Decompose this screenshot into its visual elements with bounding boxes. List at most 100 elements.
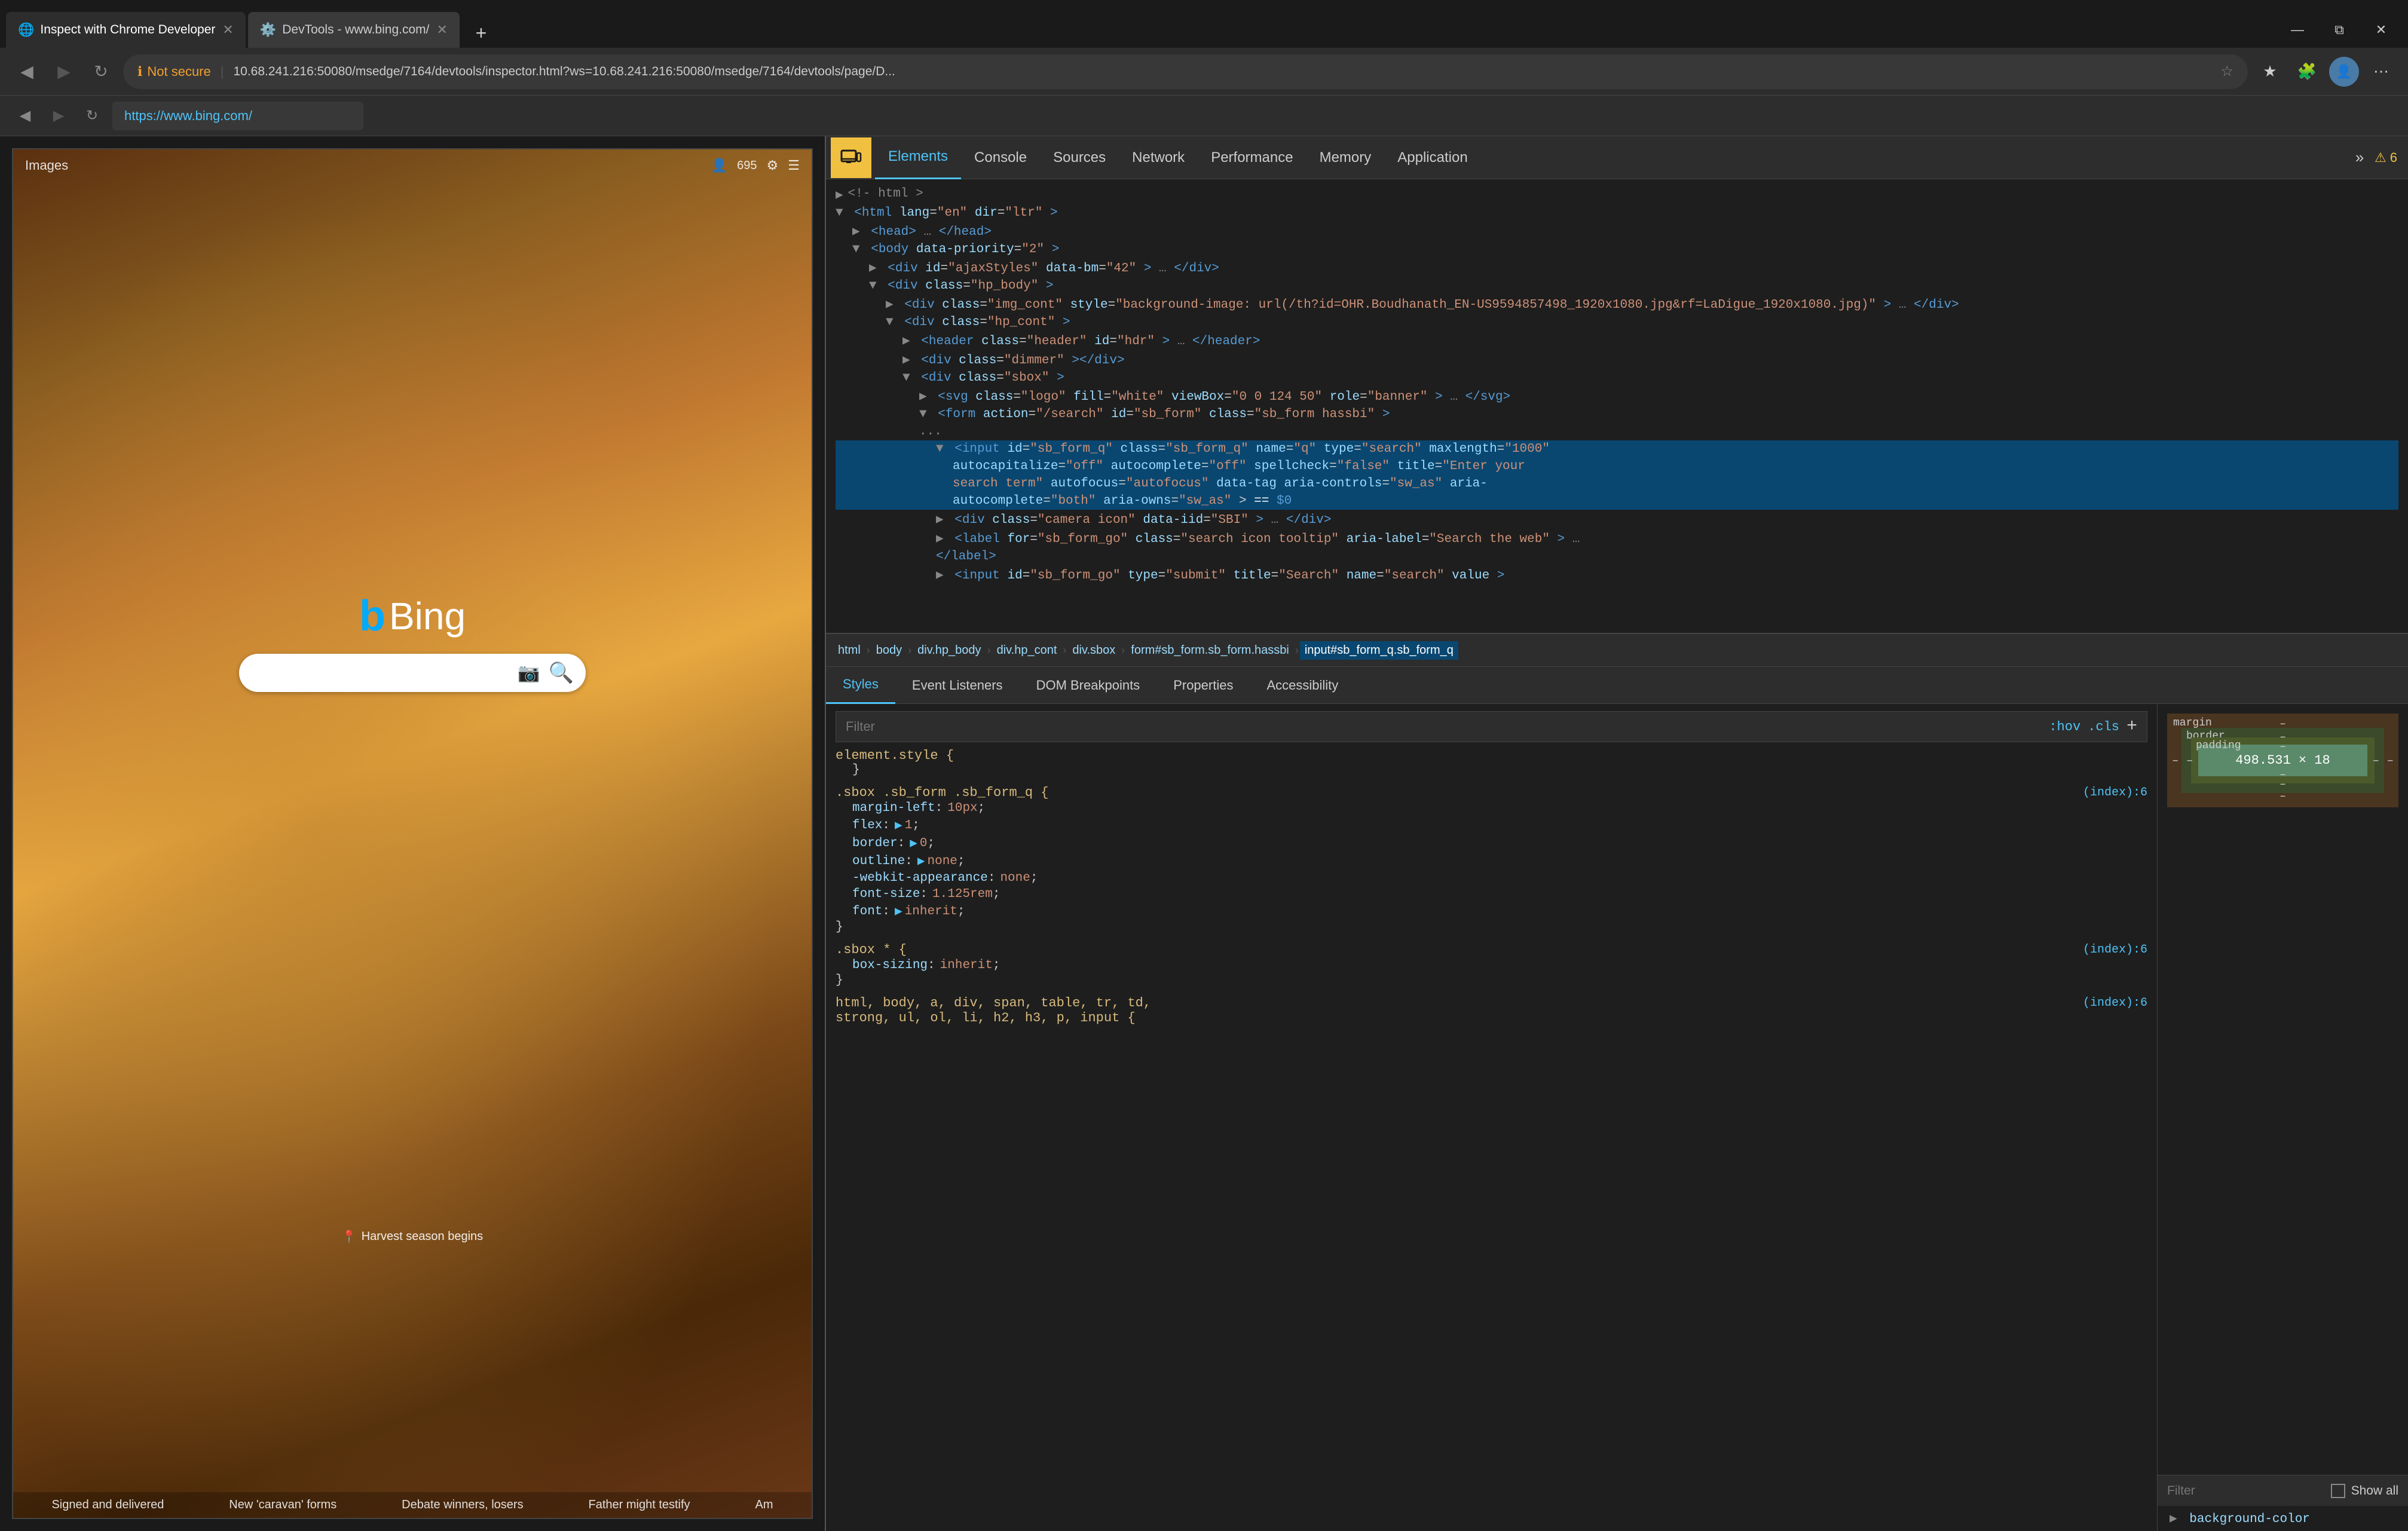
dom-line-form[interactable]: ▼ <form action="/search" id="sb_form" cl… [836, 406, 2398, 423]
tab-event-listeners[interactable]: Event Listeners [895, 667, 1020, 704]
win-restore-button[interactable]: ⧉ [2318, 12, 2360, 48]
dom-line-head[interactable]: ▶ <head> … </head> [836, 222, 2398, 241]
address-box[interactable]: ℹ Not secure | 10.68.241.216:50080/msedg… [123, 54, 2248, 89]
bing-profile-icon[interactable]: 👤 [711, 158, 727, 173]
breadcrumb-sbox[interactable]: div.sbox [1067, 641, 1120, 660]
dom-line-header[interactable]: ▶ <header class="header" id="hdr" > … </… [836, 331, 2398, 350]
styles-content: :hov .cls + element.style { } [826, 704, 2408, 1531]
more-tabs-button[interactable]: » [2345, 143, 2375, 173]
tab-accessibility[interactable]: Accessibility [1250, 667, 1355, 704]
bing-search-input[interactable] [251, 664, 518, 682]
bing-search-icon[interactable]: 🔍 [549, 661, 574, 685]
tab-console[interactable]: Console [961, 136, 1040, 179]
tab-2[interactable]: ⚙️ DevTools - www.bing.com/ ✕ [248, 12, 460, 48]
back-button[interactable]: ◀ [12, 57, 42, 87]
bing-coins: 695 [737, 159, 757, 173]
tab-label-1: Inspect with Chrome Developer [40, 23, 215, 37]
bing-camera-icon[interactable]: 📷 [518, 663, 540, 684]
dom-line-input-selected[interactable]: ▼ <input id="sb_form_q" class="sb_form_q… [836, 440, 2398, 458]
dom-line-label-close: </label> [836, 548, 2398, 565]
tab-memory[interactable]: Memory [1306, 136, 1385, 179]
bing-search-box[interactable]: 📷 🔍 [239, 654, 586, 692]
reload-button2[interactable]: ↻ [79, 103, 105, 129]
warning-badge[interactable]: ⚠ 6 [2375, 150, 2397, 166]
bc-sep-5: › [1295, 644, 1299, 657]
breadcrumb-input[interactable]: input#sb_form_q.sb_form_q [1300, 641, 1458, 660]
filter-hov-button[interactable]: :hov [2049, 719, 2080, 734]
forward-button2[interactable]: ▶ [45, 103, 72, 129]
tab-properties[interactable]: Properties [1156, 667, 1250, 704]
tab-elements[interactable]: Elements [875, 136, 961, 179]
tab-close-2[interactable]: ✕ [436, 22, 447, 38]
bing-bottom-2[interactable]: Debate winners, losers [402, 1498, 523, 1512]
bing-menu-icon[interactable]: ☰ [788, 158, 800, 173]
dom-line-body[interactable]: ▼ <body data-priority="2" > [836, 241, 2398, 258]
dom-line-img-cont[interactable]: ▶ <div class="img_cont" style="backgroun… [836, 295, 2398, 314]
breadcrumb-hp-cont[interactable]: div.hp_cont [992, 641, 1062, 660]
profile-icon[interactable]: 👤 [2329, 57, 2359, 87]
not-secure-label: Not secure [147, 64, 210, 79]
tab-performance[interactable]: Performance [1198, 136, 1306, 179]
bing-settings-icon[interactable]: ⚙ [767, 158, 779, 173]
styles-filter-input[interactable] [846, 719, 2049, 734]
breadcrumb-hp-body[interactable]: div.hp_body [913, 641, 986, 660]
add-style-button[interactable]: + [2126, 716, 2137, 737]
dom-line-dimmer[interactable]: ▶ <div class="dimmer" ></div> [836, 350, 2398, 369]
tab-favicon-2: ⚙️ [260, 22, 276, 38]
dom-line-submit[interactable]: ▶ <input id="sb_form_go" type="submit" t… [836, 565, 2398, 584]
dom-line-camera[interactable]: ▶ <div class="camera icon" data-iid="SBI… [836, 510, 2398, 529]
bing-bottom-3[interactable]: Father might testify [589, 1498, 690, 1512]
tab-network[interactable]: Network [1119, 136, 1198, 179]
collections-icon[interactable]: ★ [2255, 57, 2285, 87]
bing-bottom-0[interactable]: Signed and delivered [51, 1498, 164, 1512]
dom-line-ajax[interactable]: ▶ <div id="ajaxStyles" data-bm="42" > … … [836, 258, 2398, 277]
address-box2[interactable]: https://www.bing.com/ [112, 102, 363, 130]
bc-sep-0: › [867, 644, 870, 657]
forward-button[interactable]: ▶ [49, 57, 79, 87]
filter-cls-button[interactable]: .cls [2088, 719, 2119, 734]
css-source-2[interactable]: (index):6 [2083, 943, 2147, 957]
filter-bottom-input[interactable] [2167, 1484, 2331, 1498]
breadcrumb-form[interactable]: form#sb_form.sb_form.hassbi [1126, 641, 1294, 660]
back-button2[interactable]: ◀ [12, 103, 38, 129]
warning-icon: ⚠ [2375, 150, 2386, 166]
dom-line-comment[interactable]: ▶ <!- html > [836, 185, 2398, 204]
breadcrumb-html[interactable]: html [833, 641, 865, 660]
menu-icon[interactable]: ⋯ [2366, 57, 2396, 87]
breadcrumb-body[interactable]: body [871, 641, 907, 660]
css-source-3[interactable]: (index):6 [2083, 996, 2147, 1010]
url2-text[interactable]: https://www.bing.com/ [124, 108, 252, 124]
tab-sources[interactable]: Sources [1040, 136, 1119, 179]
url-text[interactable]: 10.68.241.216:50080/msedge/7164/devtools… [233, 65, 2213, 79]
dom-line-sbox[interactable]: ▼ <div class="sbox" > [836, 369, 2398, 387]
extensions-icon[interactable]: 🧩 [2292, 57, 2322, 87]
device-toggle-icon[interactable] [831, 137, 871, 178]
bing-images-link[interactable]: Images [25, 158, 68, 173]
bing-bottom-1[interactable]: New 'caravan' forms [229, 1498, 336, 1512]
tab-styles[interactable]: Styles [826, 667, 895, 704]
dom-tree[interactable]: ▶ <!- html > ▼ <html lang="en" dir="ltr"… [826, 179, 2408, 633]
tab-dom-breakpoints[interactable]: DOM Breakpoints [1020, 667, 1157, 704]
expand-arrow[interactable]: ▶ [2170, 1512, 2177, 1526]
bookmark-icon[interactable]: ☆ [2220, 63, 2233, 80]
show-all-checkbox[interactable]: Show all [2331, 1484, 2398, 1498]
tab-1[interactable]: 🌐 Inspect with Chrome Developer ✕ [6, 12, 246, 48]
dom-line-html[interactable]: ▼ <html lang="en" dir="ltr" > [836, 204, 2398, 222]
bing-bottom-4[interactable]: Am [755, 1498, 773, 1512]
tab-application[interactable]: Application [1384, 136, 1480, 179]
new-tab-button[interactable]: + [463, 18, 499, 48]
win-close-button[interactable]: ✕ [2360, 12, 2402, 48]
css-source-1[interactable]: (index):6 [2083, 786, 2147, 800]
dom-line-label[interactable]: ▶ <label for="sb_form_go" class="search … [836, 529, 2398, 548]
checkbox-icon[interactable] [2331, 1484, 2345, 1498]
dom-line-hp-body[interactable]: ▼ <div class="hp_body" > [836, 277, 2398, 295]
address-bar-row2: ◀ ▶ ↻ https://www.bing.com/ [0, 96, 2408, 136]
dom-line-svg[interactable]: ▶ <svg class="logo" fill="white" viewBox… [836, 387, 2398, 406]
dom-line-hp-cont[interactable]: ▼ <div class="hp_cont" > [836, 314, 2398, 331]
tab-close-1[interactable]: ✕ [222, 22, 233, 38]
css-rule-element-style: element.style { } [836, 748, 2147, 777]
bg-color-section[interactable]: ▶ background-color [2158, 1506, 2408, 1531]
reload-button[interactable]: ↻ [86, 57, 116, 87]
bing-bottom-nav: Signed and delivered New 'caravan' forms… [13, 1492, 812, 1518]
win-minimize-button[interactable]: — [2277, 12, 2318, 48]
